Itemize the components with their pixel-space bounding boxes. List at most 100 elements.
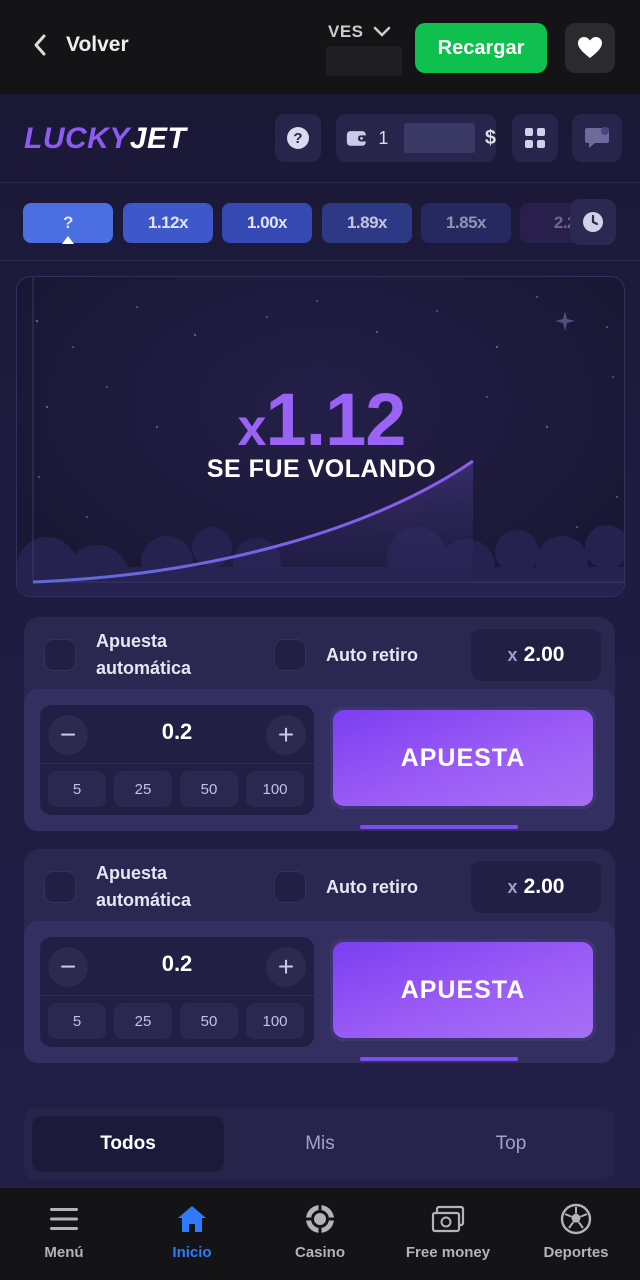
flight-status: SE FUE VOLANDO — [206, 455, 437, 483]
heart-icon — [578, 37, 602, 58]
quick-stake-chip[interactable]: 5 — [48, 771, 106, 807]
menu-icon — [47, 1202, 81, 1236]
selected-caret — [62, 236, 74, 244]
auto-cashout-prefix: x — [507, 876, 518, 897]
history-pill[interactable]: 1.00x — [222, 203, 312, 243]
grid-icon — [525, 128, 545, 148]
stake-stepper: − 0.2 + 5 25 50 100 — [40, 705, 314, 815]
bets-tabs: Todos Mis Top — [24, 1108, 615, 1180]
lucky-jet-logo: LUCKYJET — [24, 122, 186, 156]
back-button[interactable]: Volver — [30, 30, 129, 60]
chat-icon — [585, 127, 609, 148]
nav-free-money-label: Free money — [405, 1244, 491, 1261]
svg-text:?: ? — [293, 130, 302, 147]
balance-redacted — [326, 46, 402, 76]
auto-cashout-value: 2.00 — [523, 643, 565, 666]
question-circle-icon: ? — [287, 127, 309, 149]
stake-stepper: − 0.2 + 5 25 50 100 — [40, 937, 314, 1047]
bet-button-underline — [360, 825, 518, 829]
help-button[interactable]: ? — [275, 114, 321, 162]
auto-bet-label-line2: automática — [96, 890, 192, 910]
back-label: Volver — [66, 33, 129, 56]
quick-stake-chip[interactable]: 100 — [246, 1003, 304, 1039]
stake-divider — [40, 763, 314, 764]
nav-free-money[interactable]: Free money — [384, 1188, 512, 1280]
nav-menu[interactable]: Menú — [0, 1188, 128, 1280]
multiplier-history: ? 1.12x 1.00x 1.89x 1.85x 2.2 — [23, 203, 583, 243]
auto-bet-label: Apuesta automática — [96, 860, 191, 914]
auto-cashout-checkbox[interactable] — [274, 639, 306, 671]
logo-lucky: LUCKY — [24, 122, 130, 155]
history-pill[interactable]: 1.12x — [123, 203, 213, 243]
casino-chip-icon — [303, 1202, 337, 1236]
auto-cashout-input[interactable]: x 2.00 — [471, 861, 601, 913]
nav-casino[interactable]: Casino — [256, 1188, 384, 1280]
nav-casino-label: Casino — [294, 1244, 345, 1261]
wallet-icon — [346, 131, 368, 146]
tab-todos[interactable]: Todos — [32, 1116, 224, 1172]
place-bet-button[interactable]: APUESTA — [330, 707, 596, 809]
stake-value[interactable]: 0.2 — [100, 719, 254, 745]
recargar-button[interactable]: Recargar — [415, 23, 547, 73]
favorite-button[interactable] — [565, 23, 615, 73]
money-icon — [431, 1202, 465, 1236]
quick-stake-chip[interactable]: 25 — [114, 1003, 172, 1039]
nav-deportes[interactable]: Deportes — [512, 1188, 640, 1280]
auto-cashout-value: 2.00 — [523, 875, 565, 898]
stake-value[interactable]: 0.2 — [100, 951, 254, 977]
chevron-down-icon — [373, 26, 390, 37]
chat-button[interactable] — [572, 114, 622, 162]
flight-canvas: x1.12 SE FUE VOLANDO — [16, 276, 625, 597]
auto-bet-label-line1: Apuesta — [96, 863, 168, 883]
quick-stake-chip[interactable]: 25 — [114, 771, 172, 807]
nav-inicio[interactable]: Inicio — [128, 1188, 256, 1280]
quick-stake-chip[interactable]: 5 — [48, 1003, 106, 1039]
wallet-currency: $ — [484, 126, 496, 149]
home-icon — [175, 1202, 209, 1236]
header-divider — [0, 182, 640, 183]
quick-stake-chip[interactable]: 50 — [180, 771, 238, 807]
nav-inicio-label: Inicio — [172, 1244, 212, 1261]
auto-bet-checkbox[interactable] — [44, 639, 76, 671]
tab-top[interactable]: Top — [415, 1116, 607, 1172]
top-bar: Volver VES Recargar — [0, 0, 640, 94]
tab-mis[interactable]: Mis — [224, 1116, 416, 1172]
stake-increase-button[interactable]: + — [266, 947, 306, 987]
auto-cashout-label: Auto retiro — [326, 645, 418, 665]
currency-code: VES — [328, 22, 364, 41]
stake-decrease-button[interactable]: − — [48, 715, 88, 755]
stake-decrease-button[interactable]: − — [48, 947, 88, 987]
bet-panel: Apuesta automática Auto retiro x 2.00 − … — [24, 617, 615, 831]
wallet-balance[interactable]: 1 $ — [336, 114, 496, 162]
stake-divider — [40, 995, 314, 996]
auto-cashout-label: Auto retiro — [326, 877, 418, 897]
auto-cashout-checkbox[interactable] — [274, 871, 306, 903]
soccer-ball-icon — [559, 1202, 593, 1236]
history-pill[interactable]: 1.85x — [421, 203, 511, 243]
auto-bet-checkbox[interactable] — [44, 871, 76, 903]
clock-icon — [583, 212, 603, 232]
logo-jet: JET — [129, 122, 187, 155]
bet-controls: − 0.2 + 5 25 50 100 APUESTA — [24, 921, 615, 1063]
auto-bet-label-line2: automática — [96, 658, 192, 678]
bet-button-underline — [360, 1057, 518, 1061]
multiplier-prefix: x — [237, 399, 267, 457]
currency-selector[interactable]: VES — [328, 22, 392, 42]
history-button[interactable] — [570, 199, 616, 245]
game-area: LUCKYJET ? 1 $ ? 1.12x 1.00x 1.89x 1.85x 2.2 — [0, 94, 640, 1188]
menu-grid-button[interactable] — [512, 114, 558, 162]
history-pill[interactable]: 1.89x — [322, 203, 412, 243]
wallet-digit: 1 — [378, 127, 389, 148]
chevron-left-icon — [34, 34, 46, 56]
bet-controls: − 0.2 + 5 25 50 100 APUESTA — [24, 689, 615, 831]
auto-cashout-input[interactable]: x 2.00 — [471, 629, 601, 681]
multiplier-display: x1.12 — [17, 377, 624, 462]
quick-stake-chip[interactable]: 50 — [180, 1003, 238, 1039]
quick-stake-chip[interactable]: 100 — [246, 771, 304, 807]
auto-bet-label-line1: Apuesta — [96, 631, 168, 651]
bet-panel: Apuesta automática Auto retiro x 2.00 − … — [24, 849, 615, 1063]
nav-deportes-label: Deportes — [543, 1244, 609, 1261]
history-divider — [0, 260, 640, 261]
stake-increase-button[interactable]: + — [266, 715, 306, 755]
place-bet-button[interactable]: APUESTA — [330, 939, 596, 1041]
